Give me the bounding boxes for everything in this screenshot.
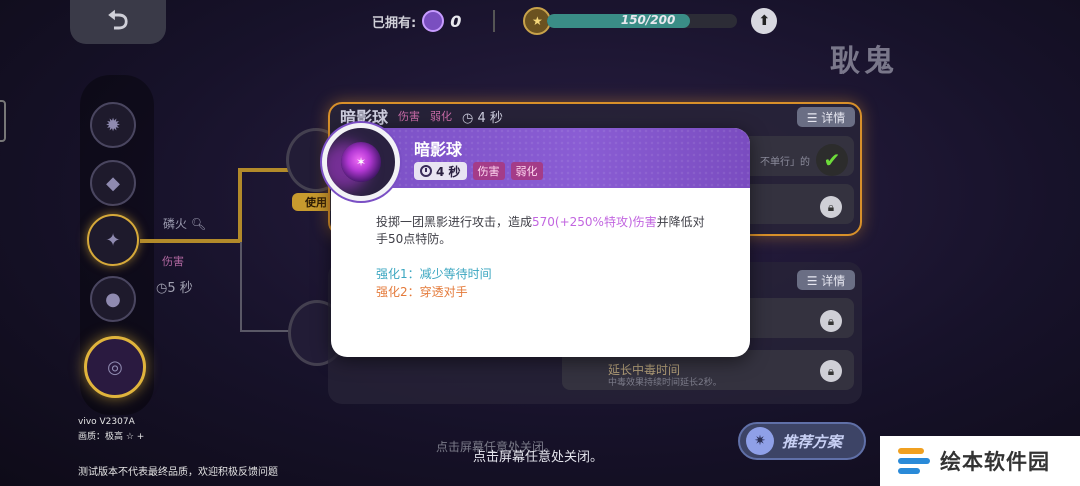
pokemon-name: 耿鬼: [830, 44, 898, 79]
skill-option-tag: 弱化: [430, 110, 453, 123]
divider: [493, 10, 496, 32]
gear-icon: ✹: [105, 114, 121, 136]
lightbulb-icon: ✷: [746, 427, 774, 455]
check-icon[interactable]: ✔: [816, 144, 848, 176]
tree-connector-locked: [240, 242, 242, 332]
claw-icon: ✦: [105, 229, 121, 251]
recommend-plan-label: 推荐方案: [782, 432, 843, 451]
skill-slot-gear[interactable]: ✹: [90, 102, 136, 148]
enhancement-2: 强化2：穿透对手: [376, 285, 468, 299]
back-button[interactable]: ⮌: [70, 0, 166, 44]
device-model: vivo V2307A: [78, 417, 135, 427]
tree-connector: [140, 239, 240, 243]
currency-icon: [422, 10, 445, 32]
clock-icon: [420, 165, 432, 177]
watermark-text: 绘本软件园: [940, 450, 1050, 474]
device-quality: 画质：极高 ☆ +: [78, 432, 145, 442]
side-tab-handle[interactable]: [0, 100, 6, 142]
top-status-bar: 已拥有: 0 ★ 150/200 ⬆: [372, 6, 778, 36]
search-icon: 🔍︎: [190, 217, 207, 231]
close-hint: 点击屏幕任意处关闭。: [473, 450, 604, 465]
skill-option-tag: 伤害: [398, 110, 421, 123]
skill-slot-4[interactable]: ●: [90, 276, 136, 322]
skill-option-time: ◷ 4 秒: [462, 110, 503, 126]
xp-text: 150/200: [620, 14, 676, 27]
lock-icon: 🔒︎: [820, 360, 842, 382]
lock-icon: 🔒︎: [820, 310, 842, 332]
vortex-icon: ◎: [107, 356, 123, 378]
skill-slot-ghost[interactable]: ◆: [90, 160, 136, 206]
tree-node-label: 磷火 🔍︎: [163, 217, 207, 231]
device-info: vivo V2307A 画质：极高 ☆ +: [78, 415, 144, 445]
tree-connector-locked: [240, 330, 292, 332]
back-arrow-icon: ⮌: [107, 6, 129, 36]
tree-connector: [238, 168, 294, 172]
damage-highlight: 570(+250%特攻)伤害: [532, 215, 657, 229]
detail-button-2[interactable]: ☰ 详情: [797, 270, 855, 290]
owned-count: 0: [450, 11, 462, 31]
skill-description: 投掷一团黑影进行攻击，造成570(+250%特攻)伤害并降低对手50点特防。: [376, 215, 705, 246]
upgrade-row-text: 不单行」的: [760, 157, 810, 168]
detail-button[interactable]: ☰ 详情: [797, 107, 855, 127]
upgrade-row-subtitle: 中毒效果持续时间延长2秒。: [608, 378, 722, 388]
recommend-plan-button[interactable]: ✷ 推荐方案: [738, 422, 866, 460]
tag-damage: 伤害: [472, 162, 505, 180]
tree-node-time: ◷5 秒: [156, 281, 193, 296]
tag-weaken: 弱化: [510, 162, 543, 180]
enhancement-1: 强化1：减少等待时间: [376, 267, 492, 281]
tree-connector: [238, 168, 242, 242]
test-version-notice: 测试版本不代表最终品质，欢迎积极反馈问题: [78, 467, 278, 478]
tree-node-tag: 伤害: [162, 255, 184, 268]
shadow-ball-icon: ✶: [341, 142, 381, 182]
xp-progress-bar: 150/200: [547, 14, 738, 28]
skill-slot-ultimate[interactable]: ◎: [84, 336, 146, 398]
skill-icon: ✶: [322, 123, 400, 201]
owned-label: 已拥有:: [372, 15, 417, 31]
popup-meta: 4 秒 伤害 弱化: [414, 162, 543, 180]
upgrade-button[interactable]: ⬆: [751, 8, 778, 34]
skill-slot-selected[interactable]: ✦: [87, 214, 139, 266]
lock-icon: 🔒︎: [820, 196, 842, 218]
cooldown-text: 4 秒: [436, 164, 461, 179]
flame-icon: ●: [105, 288, 121, 310]
popup-title: 暗影球: [414, 140, 463, 159]
ghost-icon: ◆: [106, 172, 120, 194]
cooldown-chip: 4 秒: [414, 162, 467, 180]
watermark-logo-icon: [898, 445, 930, 477]
watermark: 绘本软件园: [880, 436, 1080, 486]
